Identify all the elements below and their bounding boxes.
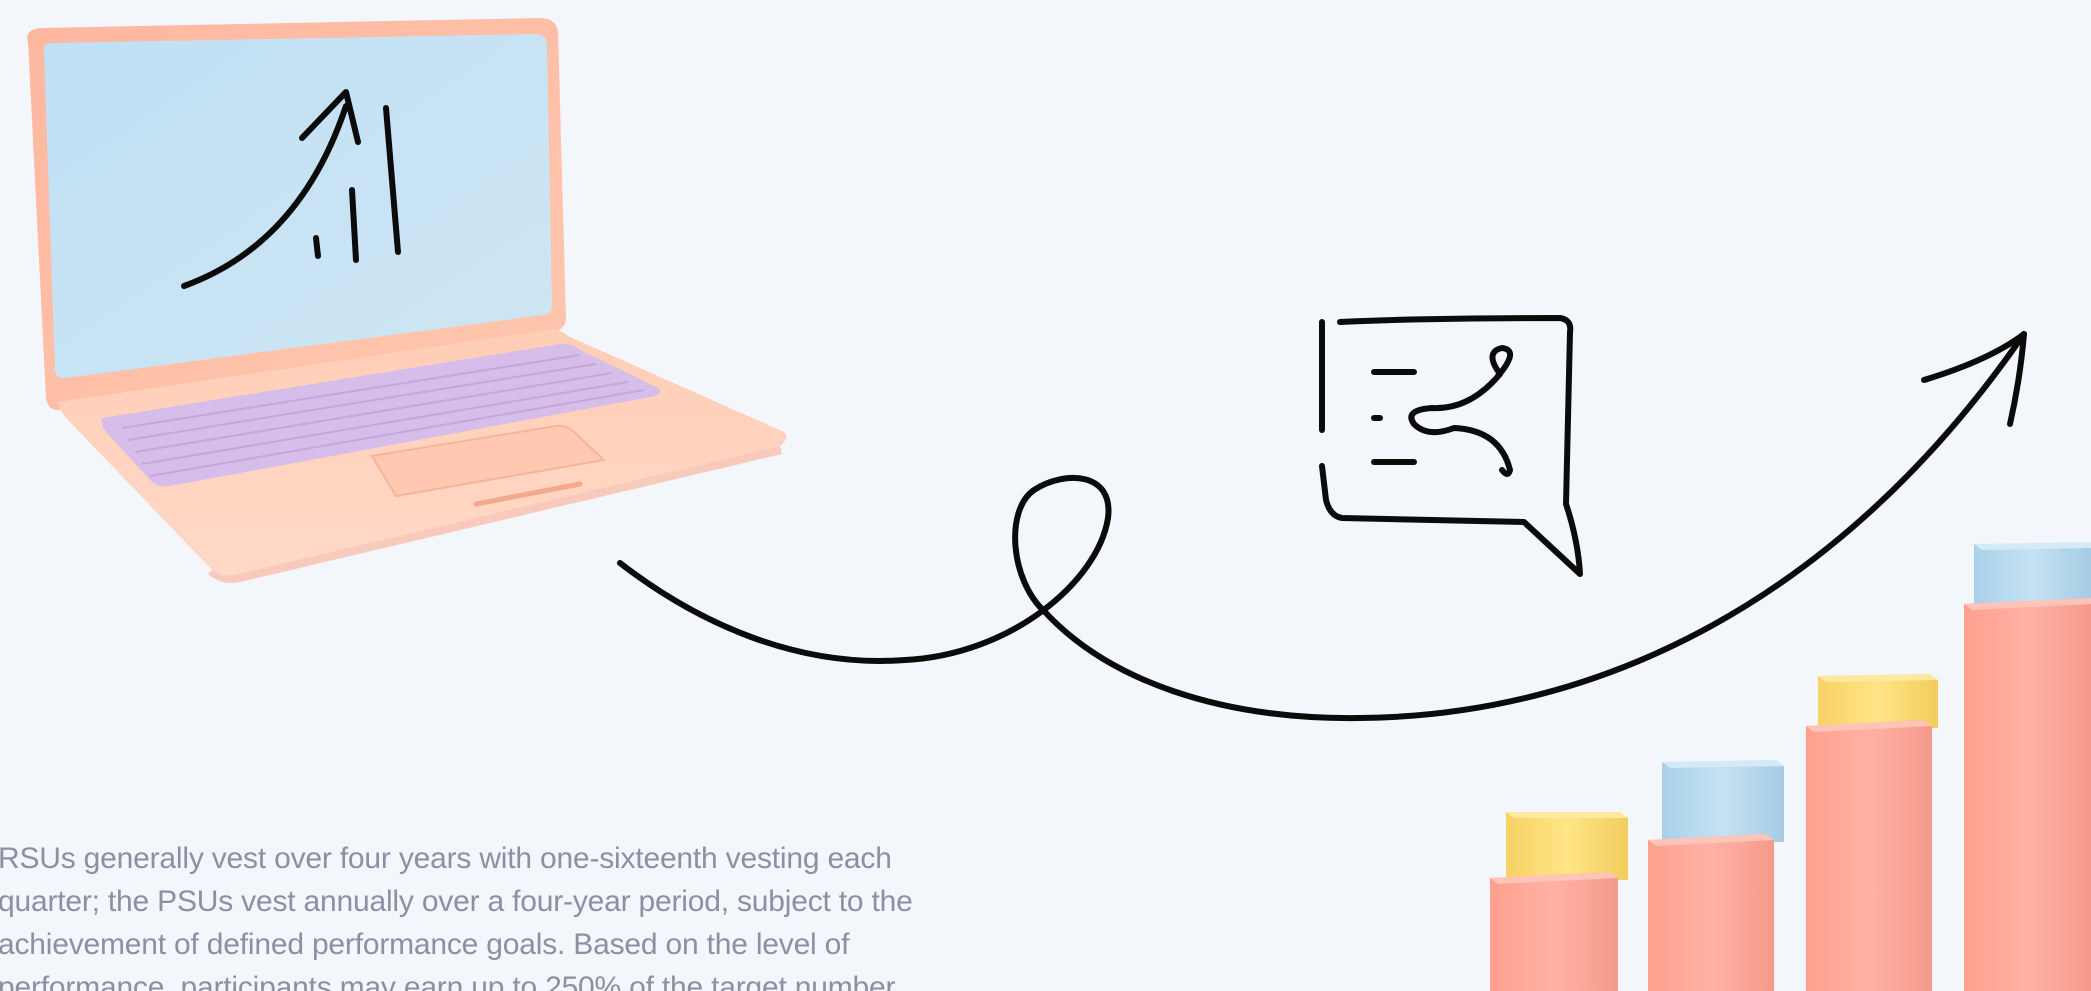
body-text: RSUs generally vest over four years with… — [0, 842, 913, 991]
chat-bubble-icon — [1319, 315, 1583, 577]
bar-4 — [1964, 542, 2091, 991]
bar-2 — [1648, 760, 1784, 991]
bar-chart-icon — [1490, 542, 2091, 991]
bar-3 — [1806, 674, 1938, 991]
page: RSUs generally vest over four years with… — [0, 0, 2091, 991]
bar-1 — [1490, 812, 1628, 991]
laptop-icon — [27, 18, 787, 583]
